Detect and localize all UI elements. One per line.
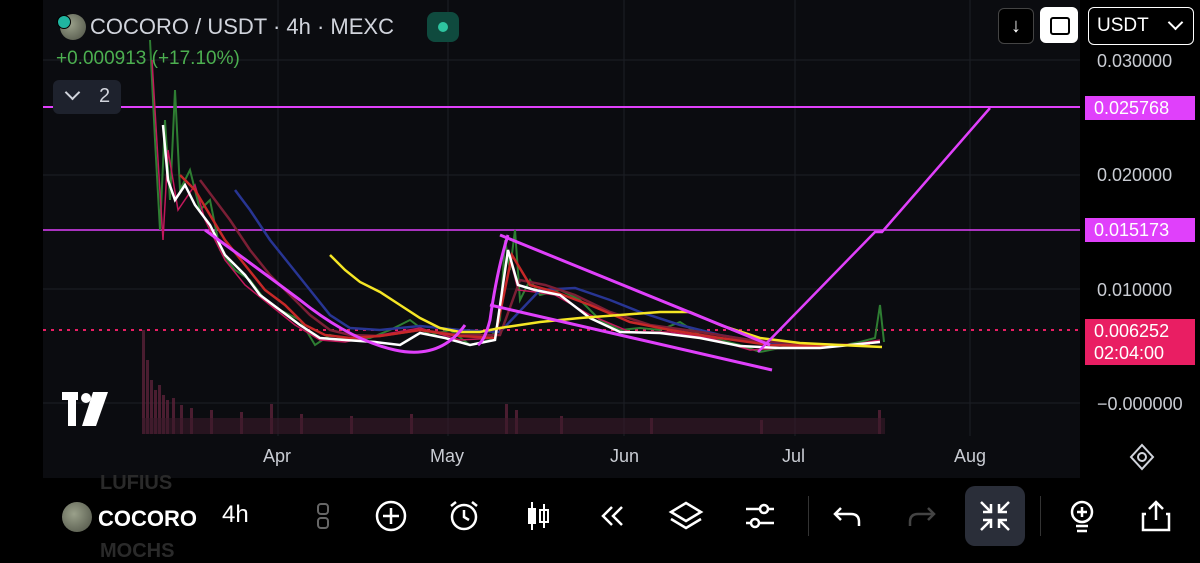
time-label: Apr [263,446,292,466]
current-price-tag: 0.006252 02:04:00 [1085,319,1195,365]
collapse-icon[interactable] [977,498,1013,534]
volume-base [142,418,885,434]
currency-select[interactable]: USDT [1088,7,1194,45]
arrow-down-icon[interactable]: ↓ [998,8,1034,44]
alarm-icon[interactable] [446,498,482,534]
level-tag-high[interactable]: 0.025768 [1085,96,1195,120]
symbol-ghost-above: LUFIUS [100,472,173,494]
symbol-picker[interactable]: COCORO [98,506,197,532]
coin-icon [62,502,92,532]
time-label: May [430,446,465,466]
exchange-badge-icon [57,15,71,29]
bar-countdown: 02:04:00 [1094,343,1165,363]
current-price-value: 0.006252 [1094,321,1170,341]
time-label: Jun [610,446,640,466]
ma-white [161,124,881,350]
chevron-down-icon [1167,14,1184,31]
price-series-red [151,59,881,351]
indicators-toggle[interactable]: 2 [53,80,121,114]
price-change: +0.000913 (+17.10%) [56,48,240,69]
drag-handle-icon[interactable] [306,498,342,534]
toolbar-divider [808,496,809,536]
price-tick: 0.030000 [1097,51,1173,71]
toolbar-divider [1040,496,1041,536]
ma-red [179,174,871,348]
price-tick: 0.020000 [1097,165,1173,185]
indicators-count: 2 [99,85,111,107]
share-icon[interactable] [1138,498,1174,534]
settings-icon[interactable] [1128,443,1156,471]
chart-svg [43,0,1080,436]
market-status-dot[interactable] [427,12,459,42]
chevron-down-icon [64,84,81,101]
lightbulb-icon[interactable] [1064,498,1100,534]
layers-icon[interactable] [668,498,704,534]
interval-picker[interactable]: 4h [222,501,249,529]
redo-icon[interactable] [904,498,940,534]
time-label: Jul [782,446,806,466]
price-tick: −0.000000 [1097,394,1183,414]
ma-darkred [199,179,851,347]
rewind-icon[interactable] [594,498,630,534]
currency-label: USDT [1097,15,1149,36]
plus-circle-icon[interactable] [373,498,409,534]
bottom-toolbar: LUFIUS MOCHS COCORO 4h [0,472,1200,562]
tradingview-logo [62,392,108,426]
time-label: Aug [954,446,987,466]
price-series [149,39,885,354]
price-tick: 0.010000 [1097,280,1173,300]
chart-title[interactable]: COCORO / USDT · 4h · MEXC [90,14,394,40]
candles-icon[interactable] [520,498,556,534]
level-tag-mid[interactable]: 0.015173 [1085,218,1195,242]
undo-icon[interactable] [829,498,865,534]
symbol-ghost-below: MOCHS [100,540,175,562]
sliders-icon[interactable] [742,498,778,534]
swap-icon[interactable] [1040,7,1078,43]
